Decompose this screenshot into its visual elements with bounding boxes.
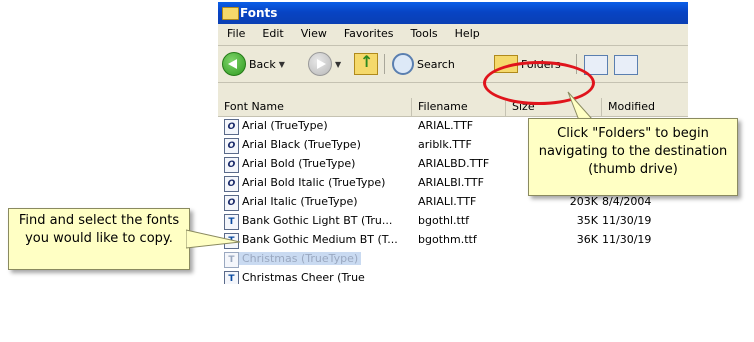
toolbar: Back ▼ ▼ Search Folders: [218, 46, 688, 83]
toolbar-separator: [384, 54, 385, 74]
font-name: Bank Gothic Medium BT (T...: [242, 233, 398, 246]
font-filename: ARIALBD.TTF: [418, 157, 490, 170]
font-modified: 8/4/2004: [602, 195, 652, 208]
font-filename: ariblk.TTF: [418, 138, 472, 151]
back-button[interactable]: Back ▼: [222, 52, 285, 76]
torn-edge: [0, 284, 754, 314]
menu-bar: File Edit View Favorites Tools Help: [218, 24, 688, 46]
views-icon[interactable]: [614, 55, 638, 75]
back-arrow-icon: [222, 52, 246, 76]
forward-button[interactable]: ▼: [308, 52, 341, 76]
search-button[interactable]: Search: [392, 52, 455, 76]
up-folder-button[interactable]: [354, 52, 378, 76]
font-filename: bgothl.ttf: [418, 214, 470, 227]
opentype-font-icon: O: [224, 138, 239, 154]
search-label: Search: [417, 57, 455, 71]
table-row-selected[interactable]: T Christmas (TrueType): [218, 250, 688, 269]
window-title: Fonts: [240, 6, 278, 20]
title-bar: Fonts: [218, 2, 688, 24]
font-filename: ARIALBI.TTF: [418, 176, 484, 189]
font-name: Bank Gothic Light BT (Tru...: [242, 214, 393, 227]
chevron-down-icon[interactable]: ▼: [279, 60, 285, 69]
table-row[interactable]: T Bank Gothic Medium BT (T... bgothm.ttf…: [218, 231, 688, 250]
chevron-down-icon[interactable]: ▼: [335, 60, 341, 69]
col-filename[interactable]: Filename: [412, 98, 506, 116]
column-header: Font Name Filename Size Modified: [218, 98, 688, 117]
font-size: 36K: [576, 233, 598, 246]
folder-icon: [222, 7, 239, 20]
menu-tools[interactable]: Tools: [402, 24, 446, 45]
font-name: Arial Bold (TrueType): [242, 157, 356, 170]
font-modified: 11/30/19: [602, 233, 652, 246]
opentype-font-icon: O: [224, 157, 239, 173]
menu-file[interactable]: File: [218, 24, 253, 45]
menu-edit[interactable]: Edit: [253, 24, 291, 45]
font-name: Christmas (TrueType): [239, 252, 362, 265]
menu-favorites[interactable]: Favorites: [335, 24, 402, 45]
search-icon: [392, 53, 414, 75]
font-filename: ARIAL.TTF: [418, 119, 474, 132]
col-font-name[interactable]: Font Name: [218, 98, 412, 116]
opentype-font-icon: O: [224, 195, 239, 211]
font-modified: 11/30/19: [602, 214, 652, 227]
menu-view[interactable]: View: [292, 24, 335, 45]
font-name: Arial Bold Italic (TrueType): [242, 176, 386, 189]
opentype-font-icon: O: [224, 119, 239, 135]
menu-help[interactable]: Help: [446, 24, 488, 45]
font-name: Arial Italic (TrueType): [242, 195, 358, 208]
select-callout-pointer: [186, 229, 241, 249]
select-callout-text: Find and select the fonts you would like…: [18, 213, 180, 246]
col-modified[interactable]: Modified: [602, 98, 688, 116]
forward-arrow-icon: [308, 52, 332, 76]
font-filename: bgothm.ttf: [418, 233, 477, 246]
up-folder-icon: [354, 52, 378, 75]
back-label: Back: [249, 57, 276, 71]
font-name: Christmas Cheer (True: [242, 271, 365, 284]
folders-callout: Click "Folders" to begin navigating to t…: [528, 118, 738, 196]
font-name: Arial Black (TrueType): [242, 138, 361, 151]
font-size: 35K: [576, 214, 598, 227]
opentype-font-icon: O: [224, 176, 239, 192]
font-filename: ARIALI.TTF: [418, 195, 477, 208]
folders-callout-text: Click "Folders" to begin navigating to t…: [538, 126, 728, 177]
font-size: 203K: [569, 195, 598, 208]
font-name: Arial (TrueType): [242, 119, 328, 132]
table-row[interactable]: T Bank Gothic Light BT (Tru... bgothl.tt…: [218, 212, 688, 231]
select-callout: Find and select the fonts you would like…: [8, 208, 190, 270]
